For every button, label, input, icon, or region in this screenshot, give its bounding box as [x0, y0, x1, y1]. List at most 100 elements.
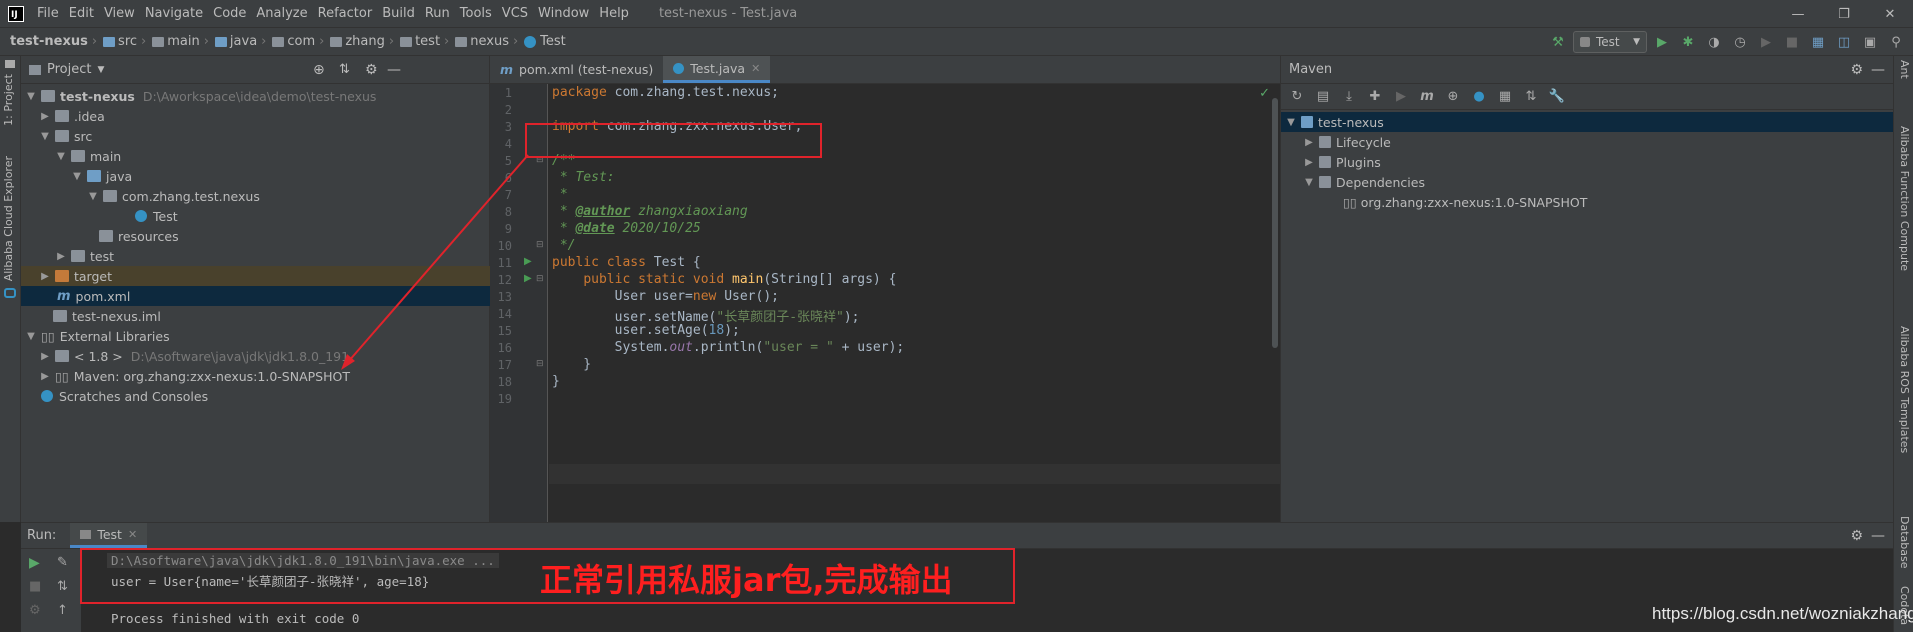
chevron-down-icon[interactable]: ▼ — [87, 191, 99, 202]
skip-tests-icon[interactable]: ● — [1469, 87, 1489, 107]
profile-icon[interactable]: ◷ — [1729, 31, 1751, 53]
gear-icon[interactable]: ⚙ — [1850, 62, 1863, 78]
chevron-right-icon[interactable]: ▶ — [1303, 137, 1315, 148]
maven-item-dependency[interactable]: ▯▯ org.zhang:zxx-nexus:1.0-SNAPSHOT — [1281, 192, 1894, 212]
tree-item-idea[interactable]: ▶ .idea — [21, 106, 490, 126]
tree-item-external-libraries[interactable]: ▼ ▯▯ External Libraries — [21, 326, 490, 346]
execute-goal-icon[interactable]: m — [1417, 87, 1437, 107]
close-tab-icon[interactable]: ✕ — [751, 62, 760, 75]
chevron-right-icon[interactable]: ▶ — [39, 271, 51, 282]
tree-item-pom-xml[interactable]: m pom.xml — [21, 286, 490, 306]
rerun-icon[interactable]: ▶ — [1755, 31, 1777, 53]
generate-sources-icon[interactable]: ▤ — [1313, 87, 1333, 107]
edit-icon[interactable]: ✎ — [57, 555, 68, 570]
breadcrumb-folder-icon-src[interactable]: src — [99, 34, 139, 49]
run-gutter-icon[interactable]: ▶ — [524, 256, 532, 267]
tab-pom-xml[interactable]: m pom.xml (test-nexus) — [490, 56, 663, 83]
chevron-down-icon[interactable]: ▼ — [55, 151, 67, 162]
menu-build[interactable]: Build — [377, 0, 420, 28]
menu-tools[interactable]: Tools — [455, 0, 497, 28]
tree-item-jdk[interactable]: ▶ < 1.8 > D:\Asoftware\java\jdk\jdk1.8.0… — [21, 346, 490, 366]
run-icon[interactable]: ▶ — [1651, 31, 1673, 53]
tool-tab-alibaba-cloud-explorer[interactable]: Alibaba Cloud Explorer — [2, 156, 15, 281]
run-gutter-icon[interactable]: ▶ — [524, 273, 532, 284]
chevron-down-icon[interactable]: ▼ — [1303, 177, 1315, 188]
menu-navigate[interactable]: Navigate — [140, 0, 208, 28]
menu-view[interactable]: View — [99, 0, 140, 28]
hide-panel-icon[interactable]: — — [1871, 62, 1885, 78]
show-dependencies-icon[interactable]: ▦ — [1495, 87, 1515, 107]
build-hammer-icon[interactable]: ⚒ — [1547, 31, 1569, 53]
tree-item-src[interactable]: ▼ src — [21, 126, 490, 146]
gear-icon[interactable]: ⚙ — [1850, 528, 1863, 544]
breadcrumb-test-item[interactable]: test — [396, 34, 442, 49]
chevron-right-icon[interactable]: ▶ — [39, 111, 51, 122]
project-structure-icon[interactable]: ▦ — [1807, 31, 1829, 53]
fold-icon[interactable]: ⊟ — [536, 274, 544, 284]
download-icon[interactable]: ⤓ — [1339, 87, 1359, 107]
breadcrumb-main-item[interactable]: main — [148, 34, 201, 49]
reload-icon[interactable]: ↻ — [1287, 87, 1307, 107]
maven-item-plugins[interactable]: ▶ Plugins — [1281, 152, 1894, 172]
close-icon[interactable]: ✕ — [1867, 0, 1913, 28]
restore-icon[interactable]: ❐ — [1821, 0, 1867, 28]
fold-icon[interactable]: ⊟ — [536, 359, 544, 369]
wrench-icon[interactable]: 🔧 — [1547, 87, 1567, 107]
collapse-all-icon[interactable]: ⇅ — [1521, 87, 1541, 107]
hide-panel-icon[interactable]: — — [1871, 528, 1885, 544]
tree-item-iml[interactable]: test-nexus.iml — [21, 306, 490, 326]
gear-icon[interactable]: ⚙ — [365, 62, 378, 78]
menu-refactor[interactable]: Refactor — [313, 0, 378, 28]
chevron-down-icon[interactable]: ▼ — [1285, 117, 1297, 128]
tree-item-main[interactable]: ▼ main — [21, 146, 490, 166]
stop-icon[interactable]: ■ — [29, 579, 41, 594]
chevron-down-icon[interactable]: ▼ — [25, 91, 37, 102]
fold-icon[interactable]: ⊟ — [536, 240, 544, 250]
close-tab-icon[interactable]: ✕ — [128, 528, 137, 541]
menu-analyze[interactable]: Analyze — [251, 0, 312, 28]
translate-icon[interactable]: ◫ — [1833, 31, 1855, 53]
tree-item-test-class[interactable]: Test — [21, 206, 490, 226]
menu-window[interactable]: Window — [533, 0, 594, 28]
tool-tab-alibaba-ros-templates[interactable]: Alibaba ROS Templates — [1898, 326, 1911, 453]
tree-item-java[interactable]: ▼ java — [21, 166, 490, 186]
chevron-down-icon[interactable]: ▼ — [39, 131, 51, 142]
tool-tab-alibaba-function-compute[interactable]: Alibaba Function Compute — [1898, 126, 1911, 271]
menu-vcs[interactable]: VCS — [497, 0, 533, 28]
run-icon[interactable]: ▶ — [1391, 87, 1411, 107]
chevron-right-icon[interactable]: ▶ — [39, 351, 51, 362]
breadcrumb-project[interactable]: test-nexus — [0, 34, 90, 49]
maven-item-dependencies[interactable]: ▼ Dependencies — [1281, 172, 1894, 192]
project-panel-title[interactable]: Project — [47, 62, 91, 77]
menu-edit[interactable]: Edit — [64, 0, 99, 28]
tree-item-package[interactable]: ▼ com.zhang.test.nexus — [21, 186, 490, 206]
breadcrumb-class-item[interactable]: Test — [520, 34, 568, 49]
debug-icon[interactable]: ✱ — [1677, 31, 1699, 53]
tree-item-maven-library[interactable]: ▶ ▯▯ Maven: org.zhang:zxx-nexus:1.0-SNAP… — [21, 366, 490, 386]
collapse-all-icon[interactable]: ⇅ — [339, 62, 350, 77]
breadcrumb-zhang-item[interactable]: zhang — [326, 34, 387, 49]
inspection-ok-icon[interactable]: ✓ — [1259, 86, 1270, 101]
sort-icon[interactable]: ⇅ — [57, 579, 68, 594]
coverage-icon[interactable]: ◑ — [1703, 31, 1725, 53]
settings-icon[interactable]: ⚙ — [29, 603, 41, 618]
rerun-icon[interactable]: ▶ — [29, 555, 40, 571]
add-icon[interactable]: ✚ — [1365, 87, 1385, 107]
locate-icon[interactable]: ⊕ — [313, 62, 325, 78]
tree-item-scratches[interactable]: Scratches and Consoles — [21, 386, 490, 406]
dropdown-arrow-icon[interactable]: ▼ — [97, 65, 104, 75]
run-configuration-select[interactable]: Test ▼ — [1573, 31, 1647, 53]
breadcrumb-nexus-item[interactable]: nexus — [451, 34, 511, 49]
tree-item-target[interactable]: ▶ target — [21, 266, 490, 286]
tool-tab-ant[interactable]: Ant — [1898, 60, 1911, 79]
chevron-right-icon[interactable]: ▶ — [1303, 157, 1315, 168]
chevron-down-icon[interactable]: ▼ — [25, 331, 37, 342]
search-icon[interactable]: ⚲ — [1885, 31, 1907, 53]
tree-item-resources[interactable]: resources — [21, 226, 490, 246]
tool-tab-project[interactable]: 1: Project — [2, 74, 15, 126]
scroll-up-icon[interactable]: ↑ — [57, 603, 68, 618]
chevron-right-icon[interactable]: ▶ — [39, 371, 51, 382]
stop-icon[interactable]: ■ — [1781, 31, 1803, 53]
menu-code[interactable]: Code — [208, 0, 251, 28]
maven-item-test-nexus[interactable]: ▼ test-nexus — [1281, 112, 1894, 132]
